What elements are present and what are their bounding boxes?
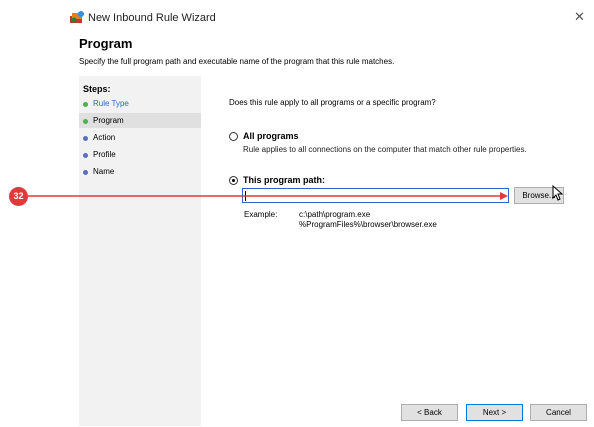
annotation-overlay	[28, 192, 508, 200]
annotation-arrowhead	[500, 192, 508, 200]
annotation-marker: 32	[9, 187, 28, 206]
mouse-cursor-icon	[552, 185, 564, 201]
